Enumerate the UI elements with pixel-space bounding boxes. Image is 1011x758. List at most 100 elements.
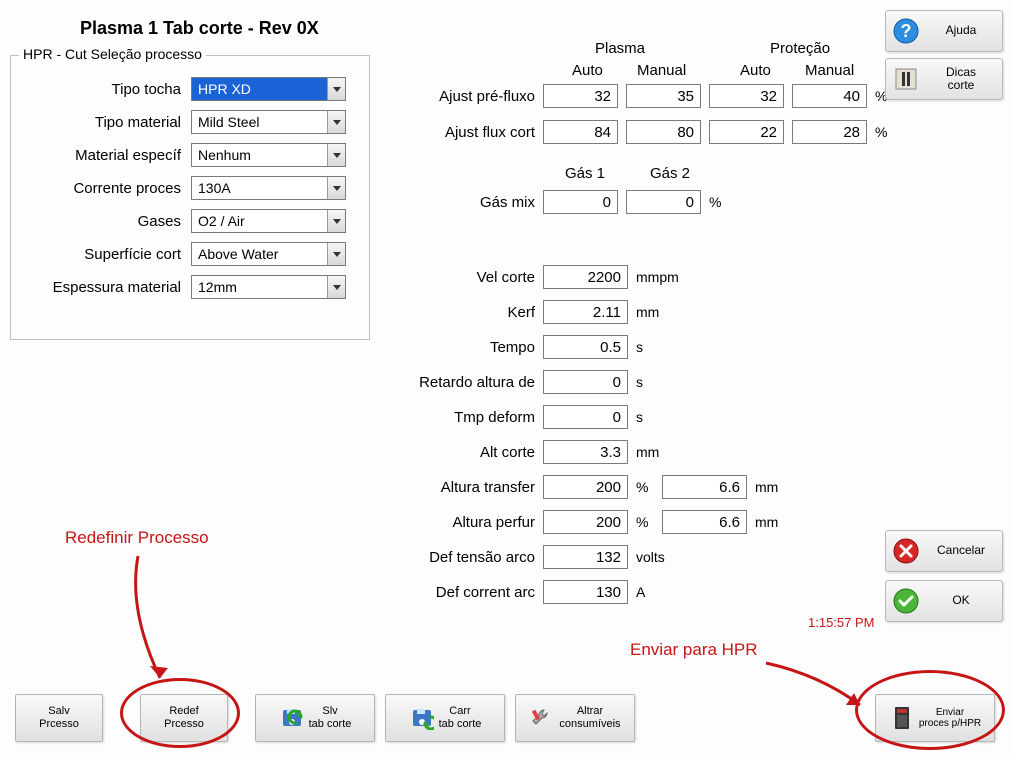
gases-combo[interactable]: O2 / Air [191, 209, 346, 233]
change-consumables-button[interactable]: Altrar consumíveis [515, 694, 635, 742]
pierce-height-mm-field[interactable]: 6.6 [662, 510, 747, 534]
percent-unit: % [636, 514, 654, 530]
arc-current-field[interactable]: 130 [543, 580, 628, 604]
help-button[interactable]: ? Ajuda [885, 10, 1003, 52]
tempo-unit: s [636, 339, 643, 355]
gas-mix-1-field[interactable]: 0 [543, 190, 618, 214]
creep-time-label: Tmp deform [395, 409, 535, 426]
tempo-field[interactable]: 0.5 [543, 335, 628, 359]
percent-unit: % [709, 194, 721, 210]
height-delay-unit: s [636, 374, 643, 390]
preflow-plasma-manual-field[interactable]: 35 [626, 84, 701, 108]
material-type-combo[interactable]: Mild Steel [191, 110, 346, 134]
material-thickness-label: Espessura material [21, 279, 191, 296]
cut-tips-button-label: Dicas corte [926, 66, 996, 92]
gas2-header: Gás 2 [650, 165, 690, 182]
process-current-label: Corrente proces [21, 180, 191, 197]
shield-auto-header: Auto [740, 62, 771, 79]
material-type-label: Tipo material [21, 114, 191, 131]
creep-time-unit: s [636, 409, 643, 425]
chevron-down-icon[interactable] [327, 210, 345, 232]
process-current-combo[interactable]: 130A [191, 176, 346, 200]
chevron-down-icon[interactable] [327, 243, 345, 265]
cut-tips-button[interactable]: Dicas corte [885, 58, 1003, 100]
load-icon [409, 705, 435, 731]
cut-speed-label: Vel corte [395, 269, 535, 286]
tempo-label: Tempo [395, 339, 535, 356]
arc-current-unit: A [636, 584, 645, 600]
help-button-label: Ajuda [926, 24, 996, 37]
load-cut-chart-label: Carr tab corte [439, 705, 482, 730]
cut-height-label: Alt corte [395, 444, 535, 461]
cut-surface-value: Above Water [192, 246, 327, 262]
chevron-down-icon[interactable] [327, 177, 345, 199]
annotation-arrow-icon [120, 550, 190, 690]
percent-unit: % [875, 124, 887, 140]
save-cut-chart-label: Slv tab corte [309, 705, 352, 730]
transfer-height-pct-field[interactable]: 200 [543, 475, 628, 499]
plasma-manual-header: Manual [637, 62, 686, 79]
material-thickness-value: 12mm [192, 279, 327, 295]
load-cut-chart-button[interactable]: Carr tab corte [385, 694, 505, 742]
transfer-height-unit: mm [755, 479, 778, 495]
cancel-icon [892, 537, 920, 565]
cut-surface-combo[interactable]: Above Water [191, 242, 346, 266]
plasma-auto-header: Auto [572, 62, 603, 79]
torch-type-label: Tipo tocha [21, 81, 191, 98]
cutflow-shield-auto-field[interactable]: 22 [709, 120, 784, 144]
plasma-header: Plasma [595, 40, 645, 57]
material-specific-combo[interactable]: Nenhum [191, 143, 346, 167]
cut-surface-label: Superfície cort [21, 246, 191, 263]
gases-label: Gases [21, 213, 191, 230]
save-process-button[interactable]: Salv Prcesso [15, 694, 103, 742]
pierce-height-pct-field[interactable]: 200 [543, 510, 628, 534]
preflow-plasma-auto-field[interactable]: 32 [543, 84, 618, 108]
ok-button-label: OK [926, 594, 996, 607]
ok-button[interactable]: OK [885, 580, 1003, 622]
kerf-label: Kerf [395, 304, 535, 321]
chevron-down-icon[interactable] [327, 276, 345, 298]
percent-unit: % [636, 479, 654, 495]
height-delay-field[interactable]: 0 [543, 370, 628, 394]
transfer-height-mm-field[interactable]: 6.6 [662, 475, 747, 499]
material-specific-label: Material específ [21, 147, 191, 164]
selection-legend: HPR - Cut Seleção processo [19, 46, 206, 62]
send-to-hpr-button[interactable]: Enviar proces p/HPR [875, 694, 995, 742]
cancel-button-label: Cancelar [926, 544, 996, 557]
change-consumables-label: Altrar consumíveis [559, 705, 620, 730]
cut-speed-field[interactable]: 2200 [543, 265, 628, 289]
chevron-down-icon[interactable] [327, 78, 345, 100]
creep-time-field[interactable]: 0 [543, 405, 628, 429]
kerf-field[interactable]: 2.11 [543, 300, 628, 324]
send-to-hpr-label: Enviar proces p/HPR [919, 707, 981, 730]
annotation-arrow-icon [760, 655, 870, 715]
cancel-button[interactable]: Cancelar [885, 530, 1003, 572]
annotation-redefine-process: Redefinir Processo [65, 528, 209, 548]
material-type-value: Mild Steel [192, 114, 327, 130]
annotation-send-hpr: Enviar para HPR [630, 640, 758, 660]
kerf-unit: mm [636, 304, 659, 320]
cut-height-field[interactable]: 3.3 [543, 440, 628, 464]
torch-type-combo[interactable]: HPR XD [191, 77, 346, 101]
wrench-icon [529, 705, 555, 731]
help-icon: ? [892, 17, 920, 45]
arc-voltage-field[interactable]: 132 [543, 545, 628, 569]
protecao-header: Proteção [770, 40, 830, 57]
reset-process-button[interactable]: Redef Prcesso [140, 694, 228, 742]
preflow-shield-auto-field[interactable]: 32 [709, 84, 784, 108]
chevron-down-icon[interactable] [327, 111, 345, 133]
cutflow-shield-manual-field[interactable]: 28 [792, 120, 867, 144]
chevron-down-icon[interactable] [327, 144, 345, 166]
cutflow-label: Ajust flux cort [415, 124, 535, 141]
cut-height-unit: mm [636, 444, 659, 460]
preflow-shield-manual-field[interactable]: 40 [792, 84, 867, 108]
gas-mix-2-field[interactable]: 0 [626, 190, 701, 214]
cutflow-plasma-manual-field[interactable]: 80 [626, 120, 701, 144]
hpr-device-icon [889, 705, 915, 731]
tips-icon [892, 65, 920, 93]
material-thickness-combo[interactable]: 12mm [191, 275, 346, 299]
save-cut-chart-button[interactable]: Slv tab corte [255, 694, 375, 742]
shield-manual-header: Manual [805, 62, 854, 79]
page-title: Plasma 1 Tab corte - Rev 0X [80, 18, 319, 39]
cutflow-plasma-auto-field[interactable]: 84 [543, 120, 618, 144]
